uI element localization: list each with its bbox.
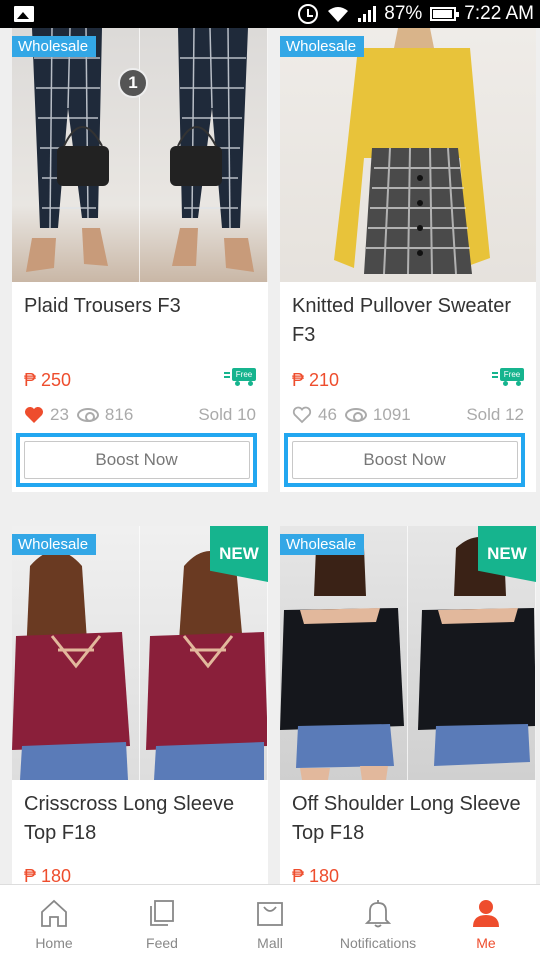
boost-now-button[interactable]: Boost Now	[23, 441, 250, 479]
nav-home-label: Home	[35, 935, 73, 951]
wholesale-badge: Wholesale	[12, 36, 97, 57]
sold-count: Sold 12	[466, 405, 524, 424]
nav-me[interactable]: Me	[432, 885, 540, 960]
free-shipping-icon: Free	[224, 368, 256, 386]
crisscross-top-image	[12, 551, 130, 780]
nav-feed[interactable]: Feed	[108, 885, 216, 960]
product-price: ₱ 180	[24, 866, 72, 884]
battery-percent: 87%	[384, 3, 423, 24]
bell-icon	[364, 900, 392, 928]
product-price: ₱ 210	[292, 370, 340, 390]
product-photo[interactable]: Wholesale 1	[12, 28, 268, 282]
heart-outline-icon[interactable]	[292, 406, 312, 424]
wifi-icon	[328, 7, 349, 22]
home-icon	[41, 899, 67, 927]
product-card[interactable]: Wholesale NEW Crisscross Long Sleeve Top…	[12, 526, 268, 884]
product-card[interactable]: Wholesale 1 Plaid Trousers F3 ₱ 250 Free…	[12, 28, 268, 492]
product-photo[interactable]: Wholesale NEW	[12, 526, 268, 780]
number-marker-badge: 1	[118, 68, 148, 98]
nav-mall-label: Mall	[257, 935, 283, 951]
boost-highlight: Boost Now	[284, 433, 525, 487]
plaid-trousers-image	[170, 28, 254, 272]
wholesale-badge: Wholesale	[280, 534, 365, 555]
nav-mall[interactable]: Mall	[216, 885, 324, 960]
mall-bag-icon	[257, 902, 283, 926]
nav-notifications-label: Notifications	[339, 935, 417, 951]
feed-icon	[150, 900, 174, 926]
product-photo[interactable]: Wholesale NEW	[280, 526, 536, 780]
product-stats: 46 1091 Sold 12	[292, 404, 524, 426]
off-shoulder-top-image	[280, 537, 404, 780]
gallery-notification-icon	[14, 6, 34, 22]
sold-count: Sold 10	[198, 405, 256, 424]
wholesale-badge: Wholesale	[280, 36, 365, 57]
clock: 7:22 AM	[464, 3, 534, 24]
product-title[interactable]: Crisscross Long Sleeve Top F18	[24, 790, 260, 848]
battery-icon	[430, 7, 460, 21]
person-icon	[473, 900, 499, 927]
nav-feed-label: Feed	[146, 935, 178, 951]
plaid-trousers-image	[26, 28, 109, 272]
nav-me-label: Me	[476, 935, 496, 951]
boost-highlight: Boost Now	[16, 433, 257, 487]
product-title[interactable]: Off Shoulder Long Sleeve Top F18	[292, 790, 528, 848]
status-bar: 87% 7:22 AM	[0, 0, 540, 28]
like-count: 23	[50, 405, 69, 424]
heart-filled-icon[interactable]	[24, 406, 44, 424]
eye-icon	[76, 408, 99, 422]
wholesale-badge: Wholesale	[12, 534, 97, 555]
alarm-icon	[298, 4, 319, 24]
bottom-navigation: Home Feed Mall Notifications Me	[0, 884, 540, 960]
eye-icon	[344, 408, 367, 422]
sweater-skirt-image	[334, 28, 490, 275]
nav-notifications[interactable]: Notifications	[324, 885, 432, 960]
view-count: 816	[104, 405, 134, 424]
product-grid: Wholesale 1 Plaid Trousers F3 ₱ 250 Free…	[0, 28, 540, 884]
nav-home[interactable]: Home	[0, 885, 108, 960]
boost-now-button[interactable]: Boost Now	[291, 441, 518, 479]
product-card[interactable]: Wholesale Knitted Pullover Sweater F3 ₱ …	[280, 28, 536, 492]
product-price: ₱ 250	[24, 370, 72, 390]
free-shipping-icon: Free	[492, 368, 524, 386]
product-photo[interactable]: Wholesale	[280, 28, 536, 282]
signal-icon	[358, 6, 377, 22]
product-title[interactable]: Plaid Trousers F3	[24, 292, 260, 321]
like-count: 46	[318, 405, 337, 424]
product-title[interactable]: Knitted Pullover Sweater F3	[292, 292, 528, 350]
product-price: ₱ 180	[292, 866, 340, 884]
view-count: 1091	[372, 405, 411, 424]
product-stats: 23 816 Sold 10	[24, 404, 256, 426]
product-card[interactable]: Wholesale NEW Off Shoulder Long Sleeve T…	[280, 526, 536, 884]
